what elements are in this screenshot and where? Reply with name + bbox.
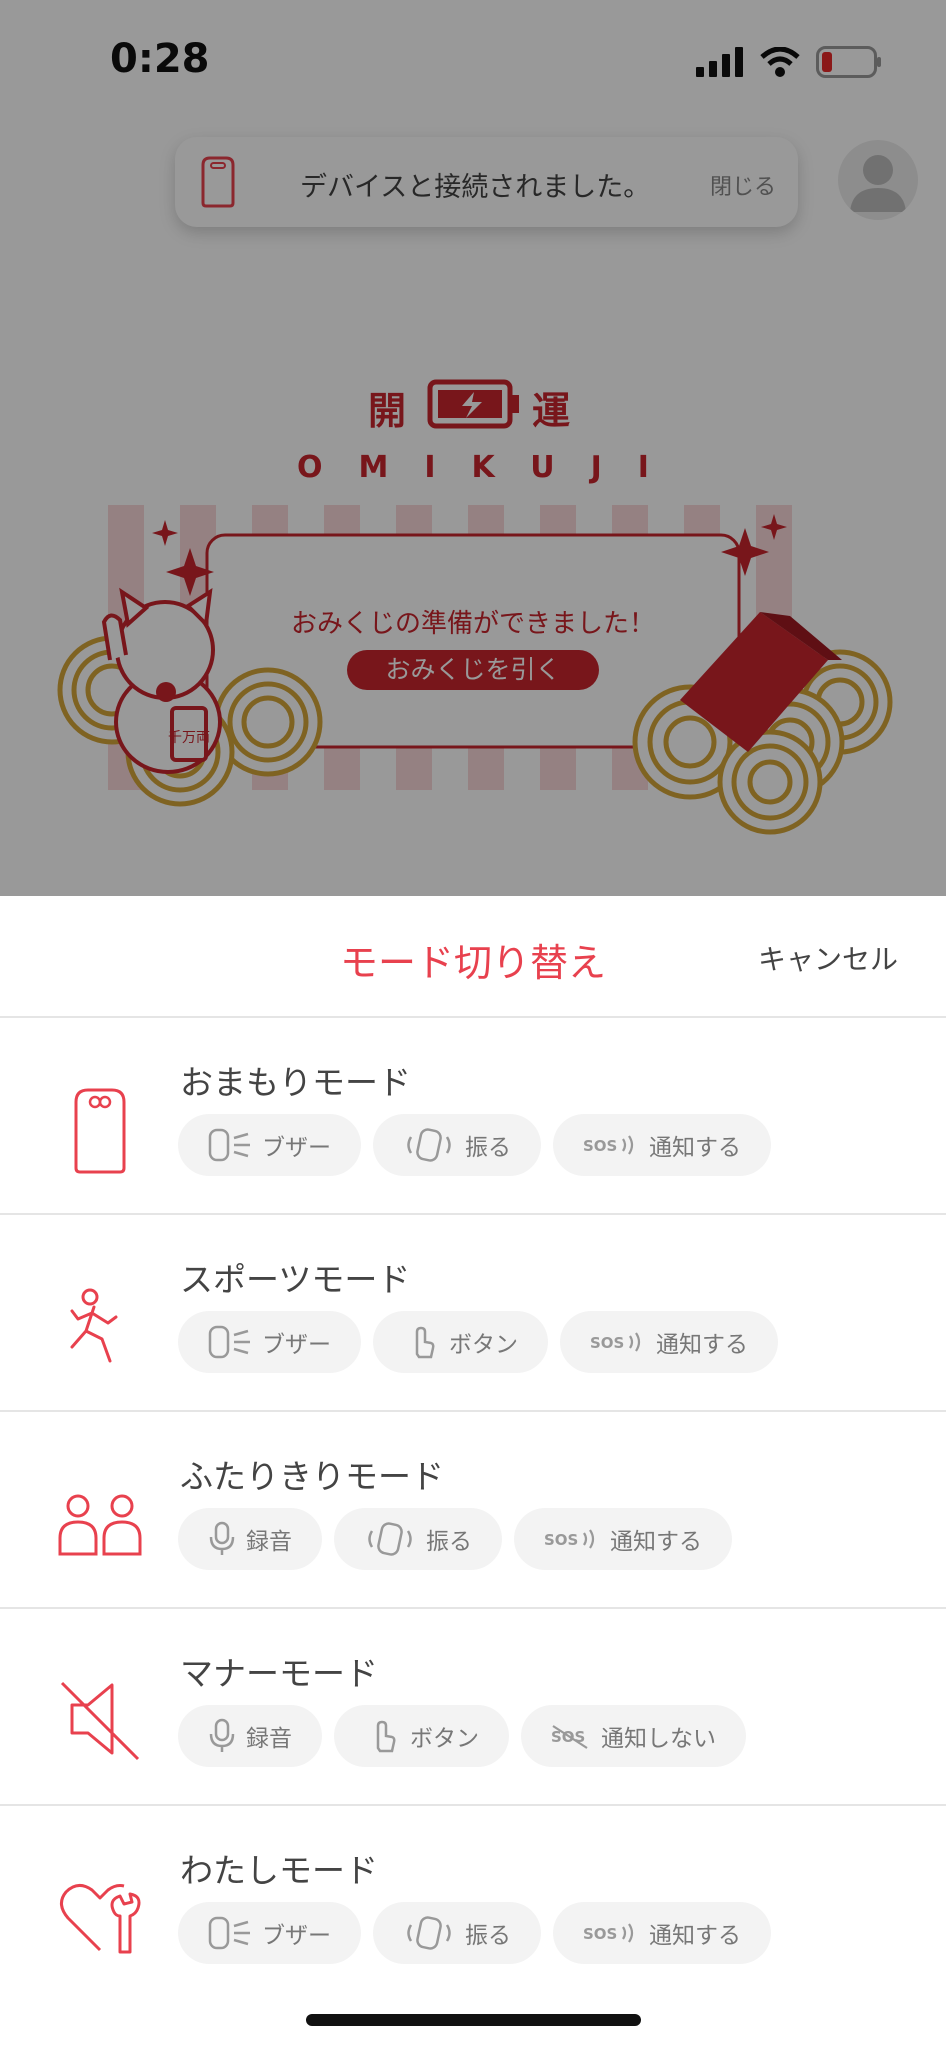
mode-features: 録音 ボタン SOS 通知しない	[178, 1705, 746, 1767]
sos-icon: SOS	[583, 1131, 639, 1159]
feature-chip: SOS 通知する	[553, 1114, 771, 1176]
mode-item-futarikiri[interactable]: ふたりきりモード 録音 振る SOS 通知する	[0, 1412, 946, 1609]
mute-speaker-icon	[60, 1681, 140, 1761]
mode-features: ブザー 振る SOS 通知する	[178, 1902, 771, 1964]
feature-chip: ボタン	[373, 1311, 548, 1373]
home-indicator[interactable]	[306, 2014, 641, 2026]
svg-text:SOS: SOS	[544, 1531, 578, 1549]
mode-features: 録音 振る SOS 通知する	[178, 1508, 732, 1570]
feature-chip: 録音	[178, 1508, 322, 1570]
sos-off-icon: SOS	[551, 1722, 591, 1750]
shake-icon	[403, 1915, 455, 1951]
feature-chip: ブザー	[178, 1114, 361, 1176]
mode-name: おまもりモード	[180, 1063, 411, 1102]
modal-backdrop[interactable]	[0, 0, 946, 896]
feature-chip: SOS 通知する	[560, 1311, 778, 1373]
heart-wrench-icon	[60, 1884, 141, 1954]
feature-chip: ブザー	[178, 1311, 361, 1373]
sos-icon: SOS	[590, 1328, 646, 1356]
svg-text:SOS: SOS	[590, 1334, 624, 1352]
feature-chip: SOS 通知する	[514, 1508, 732, 1570]
buzzer-icon	[208, 1915, 252, 1951]
mode-item-sports[interactable]: スポーツモード ブザー ボタン SOS 通知する	[0, 1215, 946, 1412]
shake-icon	[364, 1521, 416, 1557]
mode-name: ふたりきりモード	[180, 1457, 444, 1496]
feature-chip: ブザー	[178, 1902, 361, 1964]
cancel-button[interactable]: キャンセル	[758, 938, 898, 978]
mode-switch-sheet: モード切り替え キャンセル おまもりモード ブザー 振る SOS 通知する スポ…	[0, 896, 946, 2048]
shake-icon	[403, 1127, 455, 1163]
mode-name: スポーツモード	[180, 1260, 411, 1299]
microphone-icon	[208, 1718, 236, 1754]
mode-name: マナーモード	[180, 1654, 378, 1693]
svg-text:SOS: SOS	[583, 1925, 617, 1943]
feature-chip: SOS 通知しない	[521, 1705, 746, 1767]
mode-name: わたしモード	[180, 1851, 378, 1890]
sos-icon: SOS	[583, 1919, 639, 1947]
feature-chip: SOS 通知する	[553, 1902, 771, 1964]
running-person-icon	[70, 1288, 118, 1363]
feature-chip: 振る	[334, 1508, 502, 1570]
mode-item-manner[interactable]: マナーモード 録音 ボタン SOS 通知しない	[0, 1609, 946, 1806]
microphone-icon	[208, 1521, 236, 1557]
home-screen: 0:28 デバイスと接続されました。 閉じる 千万両 開 運 OMIKUJI お…	[0, 0, 946, 896]
svg-text:SOS: SOS	[583, 1137, 617, 1155]
sos-icon: SOS	[544, 1525, 600, 1553]
mode-item-watashi[interactable]: わたしモード ブザー 振る SOS 通知する	[0, 1806, 946, 2003]
sheet-header: モード切り替え キャンセル	[0, 896, 946, 1018]
feature-chip: 振る	[373, 1902, 541, 1964]
buzzer-icon	[208, 1324, 252, 1360]
omamori-icon	[74, 1088, 126, 1174]
feature-chip: 録音	[178, 1705, 322, 1767]
feature-chip: ボタン	[334, 1705, 509, 1767]
feature-chip: 振る	[373, 1114, 541, 1176]
mode-item-omamori[interactable]: おまもりモード ブザー 振る SOS 通知する	[0, 1018, 946, 1215]
mode-features: ブザー 振る SOS 通知する	[178, 1114, 771, 1176]
tap-button-icon	[403, 1324, 439, 1360]
mode-features: ブザー ボタン SOS 通知する	[178, 1311, 778, 1373]
tap-button-icon	[364, 1718, 400, 1754]
buzzer-icon	[208, 1127, 252, 1163]
two-people-icon	[58, 1494, 142, 1556]
